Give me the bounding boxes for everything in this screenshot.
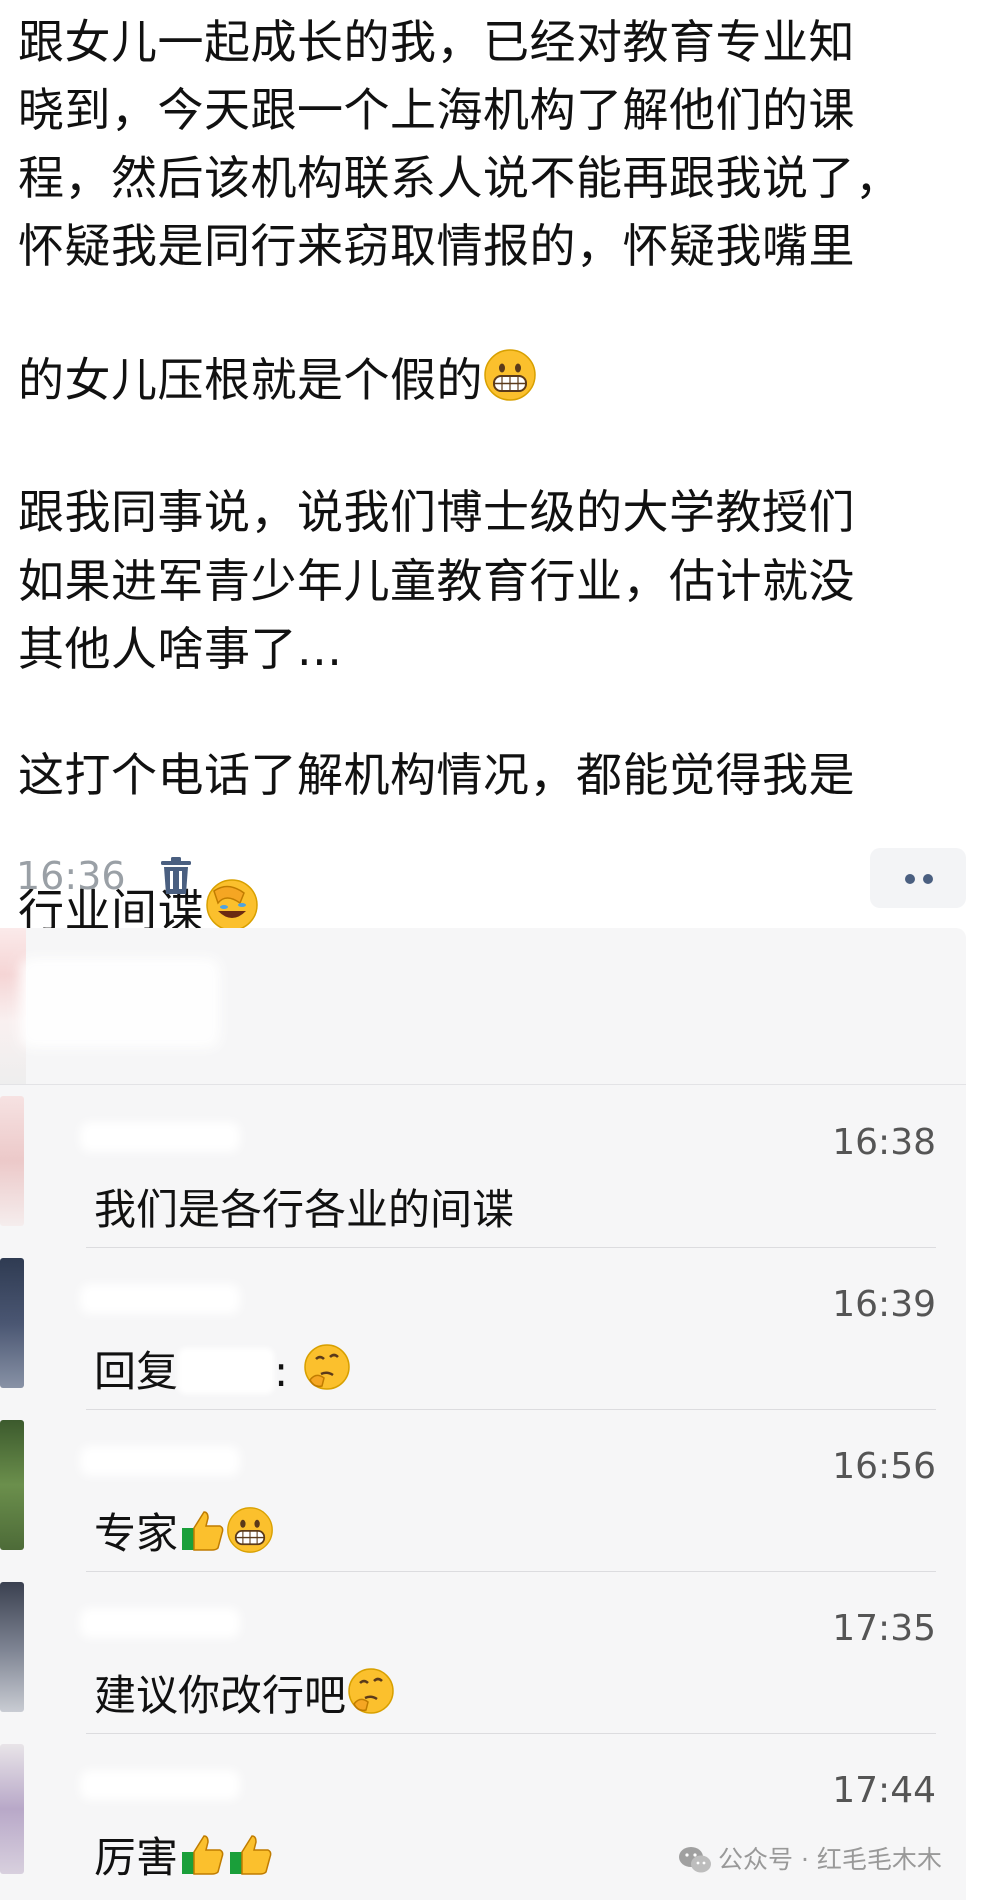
comment-time: 16:56	[832, 1446, 936, 1487]
comment-item: 16:38 我们是各行各业的间谍	[0, 1086, 966, 1248]
redacted-name	[80, 1446, 240, 1476]
post-paragraph-1: 跟女儿一起成长的我，已经对教育专业知 晓到，今天跟一个上海机构了解他们的课 程，…	[18, 8, 993, 420]
avatar[interactable]	[0, 1420, 24, 1550]
comment-time: 16:38	[832, 1122, 936, 1163]
comments-panel: 16:38 我们是各行各业的间谍 16:39 回复: 16:56 专家 17:3…	[0, 928, 966, 1900]
trash-icon[interactable]	[158, 856, 194, 900]
avatar[interactable]	[0, 1258, 24, 1388]
post-time: 16:36	[16, 854, 126, 898]
post-body: 跟女儿一起成长的我，已经对教育专业知 晓到，今天跟一个上海机构了解他们的课 程，…	[18, 8, 993, 951]
more-dot	[905, 874, 915, 884]
redacted-likes	[20, 958, 220, 1048]
redacted-name	[80, 1284, 240, 1314]
avatar[interactable]	[0, 1744, 24, 1874]
avatar[interactable]	[0, 1582, 24, 1712]
comment-time: 17:35	[832, 1608, 936, 1649]
avatar[interactable]	[0, 1096, 24, 1226]
grinning-face-emoji-icon	[483, 280, 537, 420]
comment-time: 17:44	[832, 1770, 936, 1811]
redacted-name	[80, 1122, 240, 1152]
post-meta-row: 16:36	[0, 848, 1007, 914]
redacted-name	[80, 1608, 240, 1638]
thumbs-up-emoji-icon	[178, 1506, 226, 1564]
comment-time: 16:39	[832, 1284, 936, 1325]
wechat-icon	[678, 1846, 712, 1880]
watermark-text: 公众号 · 红毛毛木木	[718, 1845, 942, 1874]
grinning-face-emoji-icon	[226, 1506, 274, 1564]
comment-text: 建议你改行吧	[94, 1662, 396, 1726]
comment-text: 专家	[94, 1500, 274, 1564]
comment-item: 16:39 回复:	[0, 1248, 966, 1410]
likes-row	[0, 928, 966, 1085]
thumbs-up-emoji-icon	[226, 1830, 274, 1888]
redacted-reply-name	[178, 1348, 275, 1394]
more-dot	[923, 874, 933, 884]
more-button[interactable]	[870, 848, 966, 908]
comment-text: 我们是各行各业的间谍	[94, 1185, 515, 1234]
comment-text: 厉害	[94, 1824, 274, 1888]
comment-text: 回复:	[94, 1338, 352, 1402]
thinking-face-emoji-icon	[346, 1666, 396, 1726]
watermark: 公众号 · 红毛毛木木	[678, 1840, 942, 1880]
comment-item: 17:35 建议你改行吧	[0, 1572, 966, 1734]
thumbs-up-emoji-icon	[178, 1830, 226, 1888]
thinking-face-emoji-icon	[302, 1342, 352, 1402]
redacted-name	[80, 1770, 240, 1800]
post-paragraph-2: 跟我同事说，说我们博士级的大学教授们 如果进军青少年儿童教育行业，估计就没 其他…	[18, 485, 855, 676]
post-paragraph-3: 这打个电话了解机构情况，都能觉得我是 行业间谍	[18, 741, 993, 951]
comment-item: 16:56 专家	[0, 1410, 966, 1572]
